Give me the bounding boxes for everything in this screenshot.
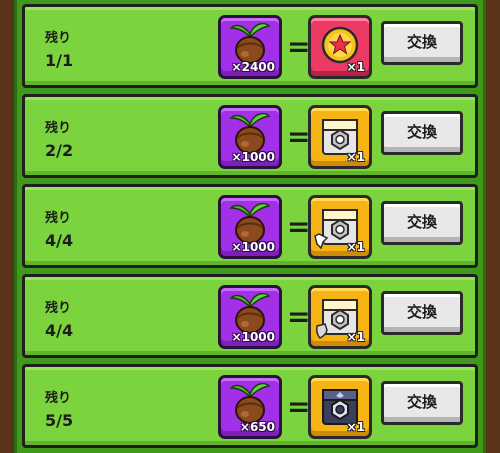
- equals-sign: =: [287, 390, 311, 423]
- exchange-button[interactable]: 交換: [381, 291, 463, 335]
- equals-sign: =: [287, 30, 311, 63]
- reward-quantity: ×1: [346, 60, 365, 74]
- exchange-row: 残り 2/2 ×1000 = ×1 交換: [22, 94, 478, 178]
- cost-item: ×1000: [218, 105, 282, 169]
- remaining-label: 残り: [45, 31, 72, 46]
- exchange-button[interactable]: 交換: [381, 381, 463, 425]
- reward-quantity: ×1: [346, 240, 365, 254]
- exchange-row: 残り 4/4 ×1000 = ×1 交換: [22, 184, 478, 268]
- cost-item: ×1000: [218, 195, 282, 259]
- remaining-label: 残り: [45, 211, 72, 226]
- reward-item: ×1: [308, 285, 372, 349]
- seed-icon: [229, 202, 271, 244]
- cost-quantity: ×1000: [231, 330, 275, 344]
- exchange-button[interactable]: 交換: [381, 201, 463, 245]
- exchange-button[interactable]: 交換: [381, 111, 463, 155]
- remaining-label: 残り: [45, 121, 72, 136]
- cost-item: ×1000: [218, 285, 282, 349]
- cost-quantity: ×1000: [231, 240, 275, 254]
- cost-quantity: ×1000: [231, 150, 275, 164]
- equals-sign: =: [287, 210, 311, 243]
- exchange-button[interactable]: 交換: [381, 21, 463, 65]
- remaining-label: 残り: [45, 391, 72, 406]
- equals-sign: =: [287, 120, 311, 153]
- remaining-count: 2/2: [45, 141, 74, 160]
- remaining-count: 1/1: [45, 51, 74, 70]
- cost-quantity: ×650: [239, 420, 275, 434]
- remaining-count: 4/4: [45, 321, 74, 340]
- reward-quantity: ×1: [346, 150, 365, 164]
- seed-icon: [229, 112, 271, 154]
- exchange-row: 残り 4/4 ×1000 = ×1 交換: [22, 274, 478, 358]
- reward-item: ×1: [308, 15, 372, 79]
- exchange-row: 残り 1/1 ×2400 = ×1 交換: [22, 4, 478, 88]
- remaining-count: 4/4: [45, 231, 74, 250]
- reward-quantity: ×1: [346, 330, 365, 344]
- exchange-row: 残り 5/5 ×650 = ×1 交換: [22, 364, 478, 448]
- exchange-list: 残り 1/1 ×2400 = ×1 交換 残り 2/2 ×1000 = ×1 交…: [22, 4, 478, 453]
- seed-icon: [229, 292, 271, 334]
- reward-item: ×1: [308, 375, 372, 439]
- equals-sign: =: [287, 300, 311, 333]
- seed-icon: [229, 22, 271, 64]
- cost-quantity: ×2400: [231, 60, 275, 74]
- reward-item: ×1: [308, 105, 372, 169]
- reward-item: ×1: [308, 195, 372, 259]
- cost-item: ×650: [218, 375, 282, 439]
- reward-quantity: ×1: [346, 420, 365, 434]
- remaining-label: 残り: [45, 301, 72, 316]
- remaining-count: 5/5: [45, 411, 74, 430]
- cost-item: ×2400: [218, 15, 282, 79]
- seed-icon: [229, 382, 271, 424]
